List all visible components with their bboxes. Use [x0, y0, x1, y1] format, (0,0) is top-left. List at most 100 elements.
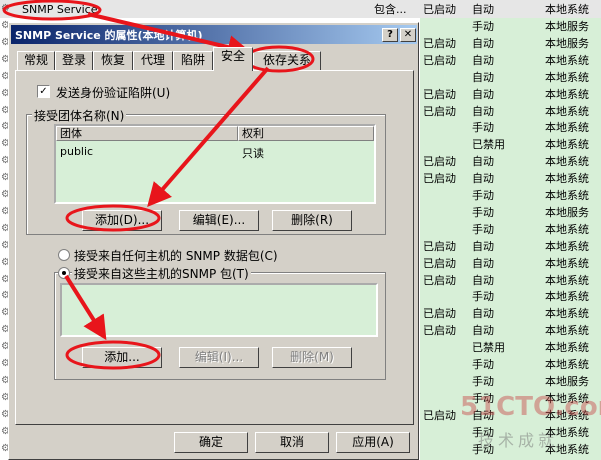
service-desc: 包含...	[374, 3, 407, 16]
service-startup: 手动	[472, 358, 494, 371]
apply-button[interactable]: 应用(A)	[336, 432, 410, 453]
service-logon: 本地系统	[545, 155, 589, 169]
community-group-title: 接受团体名称(N)	[32, 107, 127, 124]
service-logon: 本地系统	[545, 290, 589, 304]
column-header-rights[interactable]: 权利	[238, 126, 374, 141]
service-logon: 本地系统	[545, 3, 589, 16]
service-startup: 手动	[472, 121, 494, 135]
service-startup: 自动	[472, 104, 494, 118]
accept-any-host-radio[interactable]	[58, 249, 70, 261]
service-logon: 本地系统	[545, 222, 589, 236]
send-auth-trap-checkbox[interactable]: ✓	[37, 85, 50, 98]
service-logon: 本地系统	[545, 87, 589, 101]
tab-traps[interactable]: 陷阱	[173, 51, 213, 70]
accept-any-host-label: 接受来自任何主机的 SNMP 数据包(C)	[74, 249, 278, 263]
service-status: 已启动	[423, 239, 456, 253]
service-logon: 本地服务	[545, 374, 589, 388]
service-startup: 自动	[472, 3, 494, 16]
close-button[interactable]: ✕	[400, 28, 416, 42]
service-startup: 手动	[472, 20, 494, 33]
service-startup: 手动	[472, 222, 494, 236]
watermark-logo: 51CTO.com	[460, 392, 601, 422]
service-startup: 自动	[472, 307, 494, 321]
service-logon: 本地服务	[545, 36, 589, 50]
service-startup: 自动	[472, 87, 494, 101]
service-startup: 自动	[472, 256, 494, 270]
service-logon: 本地系统	[545, 273, 589, 287]
tab-recovery[interactable]: 恢复	[93, 51, 133, 70]
service-status: 已启动	[423, 256, 456, 270]
service-logon: 本地系统	[545, 189, 589, 202]
service-status: 已启动	[423, 324, 456, 338]
tab-dependencies[interactable]: 依存关系	[253, 51, 321, 70]
accept-these-hosts-radio[interactable]	[58, 267, 70, 279]
service-startup: 自动	[472, 324, 494, 338]
tab-general[interactable]: 常规	[17, 51, 55, 70]
service-logon: 本地系统	[545, 307, 589, 321]
accept-these-hosts-label: 接受来自这些主机的SNMP 包(T)	[72, 265, 251, 282]
cancel-button[interactable]: 取消	[255, 432, 329, 453]
service-startup: 自动	[472, 53, 494, 67]
service-status: 已启动	[423, 104, 456, 118]
service-startup: 手动	[472, 374, 494, 388]
service-startup: 手动	[472, 189, 494, 202]
service-status: 已启动	[423, 408, 456, 422]
service-startup: 自动	[472, 239, 494, 253]
service-logon: 本地系统	[545, 341, 589, 355]
service-status: 已启动	[423, 273, 456, 287]
service-logon: 本地服务	[545, 205, 589, 219]
community-list[interactable]: 团体 权利 public 只读	[54, 124, 376, 204]
service-status: 已启动	[423, 172, 456, 186]
service-row-snmp[interactable]: ⚙ SNMP Service 包含... 已启动 自动 本地系统	[0, 1, 601, 18]
service-logon: 本地系统	[545, 104, 589, 118]
service-status: 已启动	[423, 87, 456, 101]
hosts-list[interactable]	[60, 283, 378, 337]
column-header-community[interactable]: 团体	[56, 126, 238, 141]
service-name: SNMP Service	[22, 3, 98, 16]
tab-logon[interactable]: 登录	[55, 51, 93, 70]
remove-host-button[interactable]: 删除(M)	[272, 347, 352, 368]
service-startup: 自动	[472, 70, 494, 84]
service-status: 已启动	[423, 155, 456, 169]
edit-community-button[interactable]: 编辑(E)...	[179, 210, 259, 231]
watermark-tagline: 技术成就	[478, 431, 559, 450]
service-logon: 本地系统	[545, 358, 589, 371]
tab-agent[interactable]: 代理	[133, 51, 173, 70]
add-host-button[interactable]: 添加...	[82, 347, 162, 368]
service-startup: 手动	[472, 290, 494, 304]
service-logon: 本地系统	[545, 256, 589, 270]
service-status: 已启动	[423, 3, 456, 16]
community-row-rights[interactable]: 只读	[242, 145, 264, 161]
properties-dialog: SNMP Service 的属性(本地计算机) ? ✕ 常规 登录 恢复 代理 …	[8, 22, 419, 460]
service-logon: 本地系统	[545, 53, 589, 67]
dialog-title: SNMP Service 的属性(本地计算机)	[15, 29, 203, 42]
remove-community-button[interactable]: 删除(R)	[272, 210, 352, 231]
gear-icon: ⚙	[1, 3, 10, 14]
send-auth-trap-label: 发送身份验证陷阱(U)	[56, 86, 171, 100]
service-startup: 自动	[472, 155, 494, 169]
dialog-titlebar[interactable]: SNMP Service 的属性(本地计算机) ? ✕	[11, 25, 417, 44]
ok-button[interactable]: 确定	[174, 432, 248, 453]
service-status: 已启动	[423, 307, 456, 321]
service-status: 已启动	[423, 53, 456, 67]
service-startup: 已禁用	[472, 138, 505, 152]
service-logon: 本地系统	[545, 70, 589, 84]
security-tab-page: ✓ 发送身份验证陷阱(U) 接受团体名称(N) 团体 权利 public 只读 …	[15, 70, 414, 425]
service-startup: 自动	[472, 172, 494, 186]
service-logon: 本地系统	[545, 239, 589, 253]
service-logon: 本地系统	[545, 121, 589, 135]
edit-host-button[interactable]: 编辑(I)...	[179, 347, 259, 368]
service-logon: 本地系统	[545, 324, 589, 338]
service-startup: 自动	[472, 36, 494, 50]
service-startup: 自动	[472, 273, 494, 287]
tab-security[interactable]: 安全	[213, 47, 253, 71]
service-logon: 本地系统	[545, 172, 589, 186]
add-community-button[interactable]: 添加(D)...	[82, 210, 162, 231]
service-startup: 已禁用	[472, 341, 505, 355]
community-row-name[interactable]: public	[60, 145, 93, 158]
service-logon: 本地系统	[545, 138, 589, 152]
help-button[interactable]: ?	[382, 28, 398, 42]
service-status: 已启动	[423, 36, 456, 50]
service-logon: 本地服务	[545, 20, 589, 33]
service-startup: 手动	[472, 205, 494, 219]
